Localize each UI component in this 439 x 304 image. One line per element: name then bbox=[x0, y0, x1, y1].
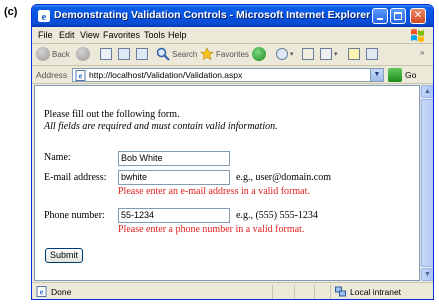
scroll-down-icon[interactable]: ▼ bbox=[421, 268, 433, 281]
svg-text:e: e bbox=[42, 11, 47, 23]
minimize-button[interactable] bbox=[372, 8, 388, 24]
refresh-icon bbox=[118, 48, 130, 60]
status-text: Done bbox=[51, 287, 72, 297]
address-dropdown-icon[interactable]: ▼ bbox=[370, 69, 383, 81]
search-icon bbox=[156, 47, 170, 61]
back-label: Back bbox=[52, 50, 70, 59]
print-button[interactable]: ▾ bbox=[320, 47, 342, 63]
search-label: Search bbox=[172, 50, 198, 59]
name-input[interactable]: Bob White bbox=[118, 151, 230, 166]
edit-button[interactable] bbox=[348, 47, 362, 63]
vertical-scrollbar[interactable]: ▲ ▼ bbox=[420, 85, 433, 281]
security-zone: Local intranet bbox=[350, 287, 402, 297]
search-button[interactable]: Search bbox=[156, 47, 198, 63]
media-button[interactable] bbox=[252, 47, 266, 63]
star-icon bbox=[200, 47, 214, 61]
phone-hint: e.g., (555) 555-1234 bbox=[236, 210, 318, 221]
status-divider bbox=[272, 285, 273, 299]
window-title: Demonstrating Validation Controls - Micr… bbox=[54, 9, 371, 21]
phone-input[interactable]: 55-1234 bbox=[118, 208, 230, 223]
menu-help[interactable]: Help bbox=[168, 30, 187, 40]
phone-error: Please enter a phone number in a valid f… bbox=[118, 224, 305, 235]
address-label: Address bbox=[36, 70, 68, 80]
form-intro: Please fill out the following form. bbox=[44, 109, 180, 120]
mail-icon bbox=[302, 48, 314, 60]
submit-button[interactable]: Submit bbox=[45, 248, 83, 263]
status-divider bbox=[314, 285, 315, 299]
home-icon bbox=[136, 48, 148, 60]
toolbar-overflow-icon[interactable]: » bbox=[420, 48, 424, 57]
forward-arrow-icon bbox=[76, 47, 90, 61]
favorites-button[interactable]: Favorites bbox=[200, 47, 249, 63]
forward-button[interactable] bbox=[76, 47, 92, 63]
address-url: http://localhost/Validation/Validation.a… bbox=[89, 70, 243, 80]
menu-favorites[interactable]: Favorites bbox=[103, 30, 140, 40]
email-input[interactable]: bwhite bbox=[118, 170, 230, 185]
favorites-label: Favorites bbox=[216, 50, 249, 59]
home-button[interactable] bbox=[136, 47, 150, 63]
stop-icon bbox=[100, 48, 112, 60]
name-label: Name: bbox=[44, 152, 71, 163]
page-icon: e bbox=[75, 70, 86, 81]
status-divider bbox=[330, 285, 331, 299]
email-label: E-mail address: bbox=[44, 172, 107, 183]
maximize-button[interactable] bbox=[390, 8, 406, 24]
close-button[interactable]: ✕ bbox=[410, 8, 426, 24]
stop-button[interactable] bbox=[100, 47, 114, 63]
media-icon bbox=[252, 47, 266, 61]
email-error: Please enter an e-mail address in a vali… bbox=[118, 186, 310, 197]
page-done-icon: e bbox=[36, 286, 47, 297]
form-note: All fields are required and must contain… bbox=[44, 121, 278, 132]
refresh-button[interactable] bbox=[118, 47, 132, 63]
print-icon bbox=[320, 48, 332, 60]
browser-window: e Demonstrating Validation Controls - Mi… bbox=[31, 4, 434, 300]
status-bar: e Done Local intranet bbox=[32, 282, 433, 299]
email-hint: e.g., user@domain.com bbox=[236, 172, 332, 183]
edit-icon bbox=[348, 48, 360, 60]
minimize-icon bbox=[377, 18, 383, 20]
back-button[interactable]: Back bbox=[36, 47, 72, 63]
menu-view[interactable]: View bbox=[80, 30, 99, 40]
intranet-icon bbox=[335, 286, 346, 297]
windows-logo-icon bbox=[411, 29, 424, 42]
scroll-up-icon[interactable]: ▲ bbox=[421, 85, 433, 98]
title-bar[interactable]: e Demonstrating Validation Controls - Mi… bbox=[32, 5, 433, 27]
phone-label: Phone number: bbox=[44, 210, 105, 221]
go-arrow-icon[interactable] bbox=[388, 68, 402, 82]
mail-button[interactable] bbox=[302, 47, 316, 63]
address-bar: Address e http://localhost/Validation/Va… bbox=[32, 66, 433, 84]
ie-logo-icon: e bbox=[38, 10, 50, 23]
menu-edit[interactable]: Edit bbox=[59, 30, 75, 40]
discuss-button[interactable] bbox=[366, 47, 380, 63]
menu-bar: File Edit View Favorites Tools Help bbox=[32, 27, 433, 44]
scroll-thumb[interactable] bbox=[421, 99, 433, 267]
status-divider bbox=[294, 285, 295, 299]
menu-file[interactable]: File bbox=[38, 30, 53, 40]
maximize-icon bbox=[394, 12, 402, 20]
page-content: Please fill out the following form. All … bbox=[34, 85, 420, 281]
history-icon bbox=[276, 48, 288, 60]
history-button[interactable]: ▾ bbox=[276, 47, 298, 63]
figure-label: (c) bbox=[4, 6, 18, 18]
go-button[interactable]: Go bbox=[405, 70, 416, 80]
address-input[interactable]: e http://localhost/Validation/Validation… bbox=[72, 68, 384, 82]
menu-tools[interactable]: Tools bbox=[144, 30, 165, 40]
back-arrow-icon bbox=[36, 47, 50, 61]
svg-text:e: e bbox=[79, 72, 83, 81]
svg-text:e: e bbox=[40, 288, 44, 297]
discuss-icon bbox=[366, 48, 378, 60]
close-icon: ✕ bbox=[413, 10, 423, 21]
print-dropdown-icon: ▾ bbox=[334, 51, 338, 58]
history-dropdown-icon: ▾ bbox=[290, 51, 294, 58]
toolbar: Back Search Favorites ▾ ▾ » bbox=[32, 44, 433, 66]
